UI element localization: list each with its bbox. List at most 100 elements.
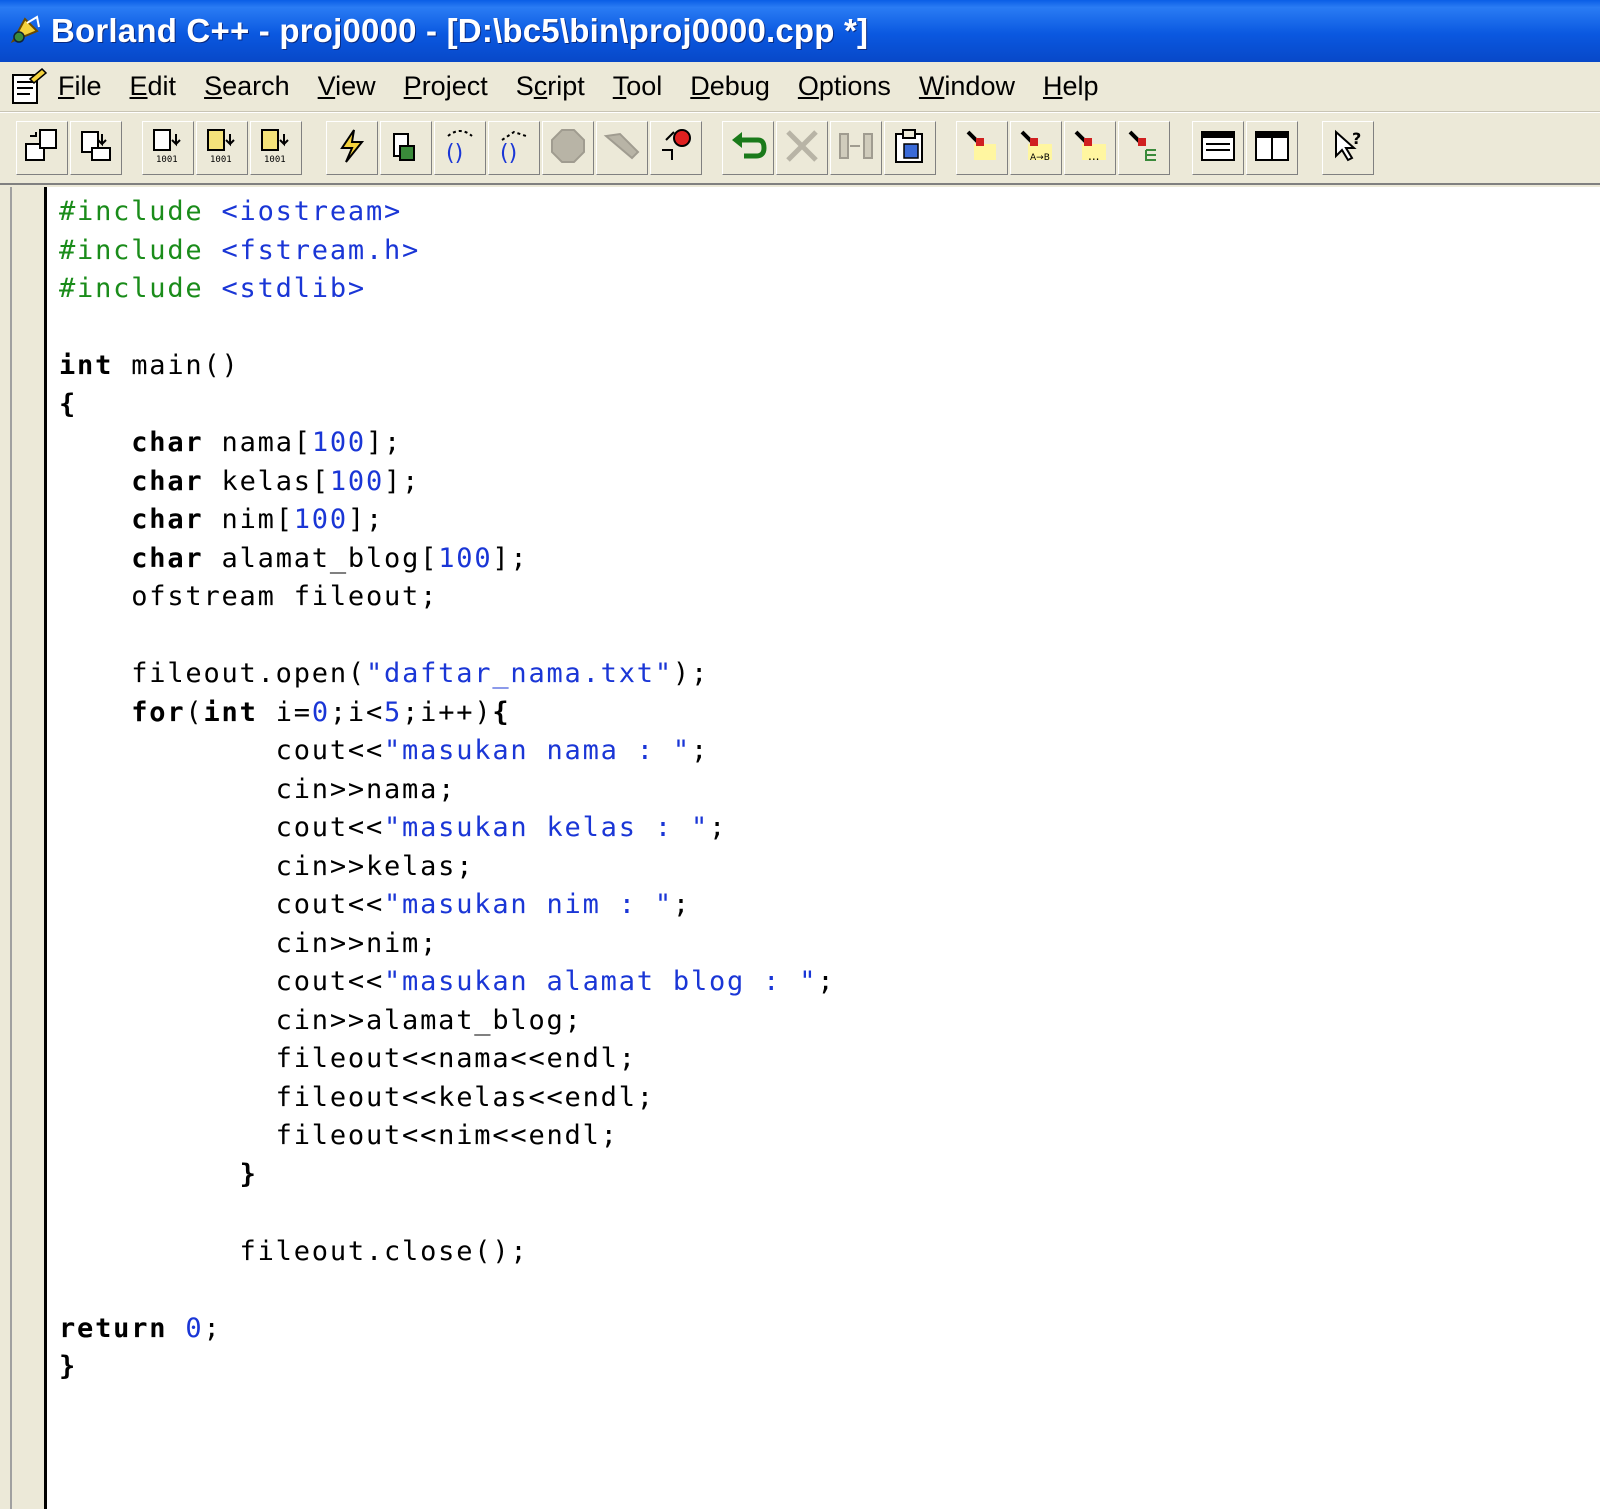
menu-item-options[interactable]: Options [784,71,905,102]
browse-button[interactable] [1118,121,1170,175]
code-token: { [59,388,78,420]
code-token: 5 [384,696,403,728]
replace-button[interactable] [830,121,882,175]
code-token: ]; [384,465,421,497]
search-replace-button[interactable]: A→B [1010,121,1062,175]
open-file-icon [76,126,116,170]
borland-app-icon[interactable] [5,11,45,51]
code-line[interactable]: ofstream fileout; [59,578,835,617]
trace-into-button[interactable]: () [434,121,486,175]
code-token: 100 [438,542,493,574]
code-line[interactable]: char alamat_blog[100]; [59,540,835,579]
code-line[interactable] [59,1194,835,1233]
code-token: "masukan kelas : " [384,812,709,843]
code-token: "masukan alamat blog : " [384,966,818,997]
menu-item-window[interactable]: Window [905,71,1029,102]
code-line[interactable]: char kelas[100]; [59,463,835,502]
code-line[interactable]: cout<<"masukan kelas : "; [59,809,835,848]
breakpoint-button[interactable] [650,121,702,175]
code-line[interactable]: fileout<<kelas<<endl; [59,1079,835,1118]
svg-text:(): () [446,141,463,166]
code-line[interactable]: cin>>nama; [59,771,835,810]
code-line[interactable]: cin>>kelas; [59,848,835,887]
code-line[interactable]: } [59,1156,835,1195]
window-split-button[interactable] [1246,121,1298,175]
window-tile-button[interactable] [1192,121,1244,175]
menu-item-help[interactable]: Help [1029,71,1113,102]
step-over-button[interactable] [380,121,432,175]
code-line[interactable]: #include <stdlib> [59,270,835,309]
code-line[interactable]: fileout<<nama<<endl; [59,1040,835,1079]
search-button[interactable] [956,121,1008,175]
code-token: #include [59,196,222,227]
code-token: cout<< [59,812,384,843]
menu-item-debug[interactable]: Debug [676,71,784,102]
code-token: ; [203,1312,222,1344]
cut-button[interactable] [776,121,828,175]
menu-item-project[interactable]: Project [390,71,502,102]
statement-step-button[interactable]: () [488,121,540,175]
code-token: fileout<<kelas<<endl; [59,1081,655,1113]
code-line[interactable]: cin>>nim; [59,925,835,964]
code-token: nim[ [203,504,294,535]
code-token: int [203,696,258,728]
search-again-button[interactable]: ... [1064,121,1116,175]
make-button[interactable]: 1001 [196,121,248,175]
code-token: char [131,465,204,497]
menu-item-view[interactable]: View [304,71,390,102]
code-line[interactable]: #include <iostream> [59,193,835,232]
undo-button[interactable] [722,121,774,175]
stop-button[interactable] [542,121,594,175]
build-all-button[interactable]: 1001 [250,121,302,175]
code-token: 0 [185,1312,204,1344]
code-token: cout<< [59,735,384,766]
help-pointer-button[interactable]: ? [1322,121,1374,175]
code-token: main() [113,350,240,381]
code-line[interactable]: cin>>alamat_blog; [59,1002,835,1041]
code-line[interactable]: { [59,386,835,425]
menu-item-tool[interactable]: Tool [599,71,677,102]
code-text[interactable]: #include <iostream> #include <fstream.h> #… [59,193,835,1387]
code-token: ; [672,889,691,920]
code-line[interactable]: #include <fstream.h> [59,232,835,271]
code-line[interactable]: cout<<"masukan nim : "; [59,886,835,925]
code-line[interactable]: cout<<"masukan nama : "; [59,732,835,771]
menu-item-search[interactable]: Search [190,71,304,102]
menu-item-edit[interactable]: Edit [116,71,191,102]
code-line[interactable]: fileout<<nim<<endl; [59,1117,835,1156]
compile-button[interactable]: 1001 [142,121,194,175]
code-token: ;i++) [402,696,493,728]
search-again-icon: ... [1070,126,1110,170]
window-split-icon [1252,126,1292,170]
step-over-icon [386,126,426,170]
svg-text:...: ... [1088,149,1099,163]
open-file-button[interactable] [70,121,122,175]
title-bar[interactable]: Borland C++ - proj0000 - [D:\bc5\bin\pro… [0,0,1600,62]
menu-item-script[interactable]: Script [502,71,599,102]
code-line[interactable]: return 0; [59,1310,835,1349]
code-token: cin>>alamat_blog; [59,1004,583,1036]
code-line[interactable] [59,617,835,656]
document-icon[interactable] [6,65,50,109]
code-line[interactable]: cout<<"masukan alamat blog : "; [59,963,835,1002]
code-token: char [131,427,204,458]
menu-item-file[interactable]: File [50,71,116,102]
code-line[interactable] [59,1271,835,1310]
code-line[interactable]: fileout.close(); [59,1233,835,1272]
code-line[interactable] [59,309,835,348]
code-editor[interactable]: #include <iostream> #include <fstream.h> #… [44,187,1600,1509]
code-line[interactable]: char nim[100]; [59,501,835,540]
code-token: fileout<<nama<<endl; [59,1043,637,1074]
code-line[interactable]: fileout.open("daftar_nama.txt"); [59,655,835,694]
pause-button[interactable] [596,121,648,175]
code-token: cin>>nama; [59,773,457,805]
code-line[interactable]: for(int i=0;i<5;i++){ [59,694,835,733]
code-line[interactable]: char nama[100]; [59,424,835,463]
run-button[interactable] [326,121,378,175]
code-line[interactable]: } [59,1348,835,1387]
clipboard-button[interactable] [884,121,936,175]
new-project-button[interactable] [16,121,68,175]
code-line[interactable]: int main() [59,347,835,386]
